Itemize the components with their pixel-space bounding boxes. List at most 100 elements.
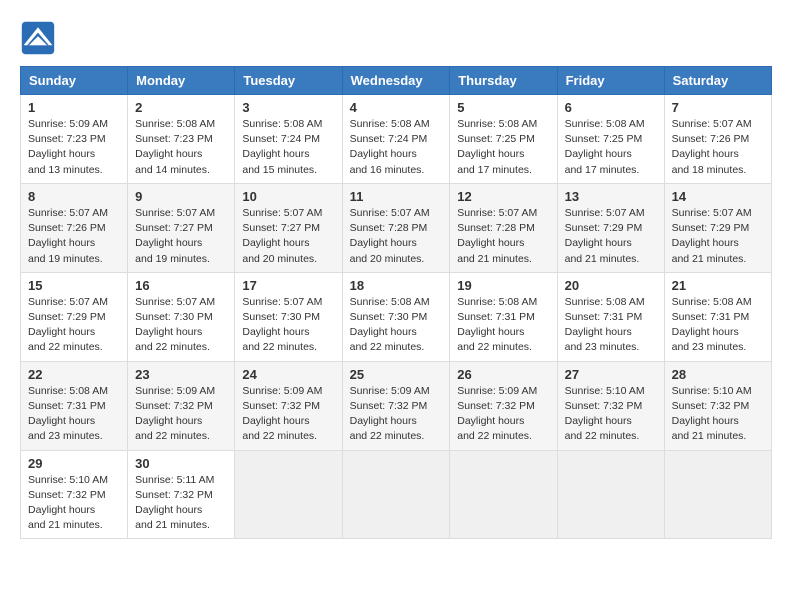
day-number: 1 — [28, 100, 120, 115]
day-info: Sunrise: 5:10 AM Sunset: 7:32 PM Dayligh… — [565, 384, 657, 445]
day-number: 16 — [135, 278, 227, 293]
day-info: Sunrise: 5:07 AM Sunset: 7:26 PM Dayligh… — [672, 117, 764, 178]
calendar-cell: 18 Sunrise: 5:08 AM Sunset: 7:30 PM Dayl… — [342, 272, 450, 361]
calendar-cell: 21 Sunrise: 5:08 AM Sunset: 7:31 PM Dayl… — [664, 272, 771, 361]
calendar-cell: 25 Sunrise: 5:09 AM Sunset: 7:32 PM Dayl… — [342, 361, 450, 450]
day-number: 8 — [28, 189, 120, 204]
calendar-day-header: Friday — [557, 67, 664, 95]
calendar-cell: 6 Sunrise: 5:08 AM Sunset: 7:25 PM Dayli… — [557, 95, 664, 184]
calendar-cell: 23 Sunrise: 5:09 AM Sunset: 7:32 PM Dayl… — [128, 361, 235, 450]
day-info: Sunrise: 5:09 AM Sunset: 7:32 PM Dayligh… — [242, 384, 334, 445]
day-info: Sunrise: 5:09 AM Sunset: 7:23 PM Dayligh… — [28, 117, 120, 178]
day-info: Sunrise: 5:09 AM Sunset: 7:32 PM Dayligh… — [350, 384, 443, 445]
day-number: 3 — [242, 100, 334, 115]
day-number: 24 — [242, 367, 334, 382]
day-info: Sunrise: 5:07 AM Sunset: 7:26 PM Dayligh… — [28, 206, 120, 267]
calendar-cell — [557, 450, 664, 539]
day-number: 12 — [457, 189, 549, 204]
calendar-header-row: SundayMondayTuesdayWednesdayThursdayFrid… — [21, 67, 772, 95]
day-number: 7 — [672, 100, 764, 115]
calendar-cell: 22 Sunrise: 5:08 AM Sunset: 7:31 PM Dayl… — [21, 361, 128, 450]
day-number: 11 — [350, 189, 443, 204]
day-number: 30 — [135, 456, 227, 471]
day-number: 9 — [135, 189, 227, 204]
day-info: Sunrise: 5:07 AM Sunset: 7:27 PM Dayligh… — [242, 206, 334, 267]
calendar-cell — [664, 450, 771, 539]
day-number: 17 — [242, 278, 334, 293]
calendar-cell: 13 Sunrise: 5:07 AM Sunset: 7:29 PM Dayl… — [557, 183, 664, 272]
day-info: Sunrise: 5:07 AM Sunset: 7:27 PM Dayligh… — [135, 206, 227, 267]
day-number: 21 — [672, 278, 764, 293]
calendar-week-row: 1 Sunrise: 5:09 AM Sunset: 7:23 PM Dayli… — [21, 95, 772, 184]
calendar-cell: 5 Sunrise: 5:08 AM Sunset: 7:25 PM Dayli… — [450, 95, 557, 184]
calendar-cell: 16 Sunrise: 5:07 AM Sunset: 7:30 PM Dayl… — [128, 272, 235, 361]
logo — [20, 20, 60, 56]
day-number: 5 — [457, 100, 549, 115]
day-number: 14 — [672, 189, 764, 204]
calendar-cell: 27 Sunrise: 5:10 AM Sunset: 7:32 PM Dayl… — [557, 361, 664, 450]
calendar-cell: 28 Sunrise: 5:10 AM Sunset: 7:32 PM Dayl… — [664, 361, 771, 450]
logo-icon — [20, 20, 56, 56]
day-info: Sunrise: 5:07 AM Sunset: 7:29 PM Dayligh… — [28, 295, 120, 356]
day-info: Sunrise: 5:07 AM Sunset: 7:30 PM Dayligh… — [135, 295, 227, 356]
day-info: Sunrise: 5:10 AM Sunset: 7:32 PM Dayligh… — [672, 384, 764, 445]
calendar-cell — [450, 450, 557, 539]
calendar-cell: 8 Sunrise: 5:07 AM Sunset: 7:26 PM Dayli… — [21, 183, 128, 272]
calendar-cell: 7 Sunrise: 5:07 AM Sunset: 7:26 PM Dayli… — [664, 95, 771, 184]
calendar-day-header: Saturday — [664, 67, 771, 95]
day-info: Sunrise: 5:07 AM Sunset: 7:29 PM Dayligh… — [672, 206, 764, 267]
calendar-cell: 19 Sunrise: 5:08 AM Sunset: 7:31 PM Dayl… — [450, 272, 557, 361]
day-info: Sunrise: 5:08 AM Sunset: 7:31 PM Dayligh… — [457, 295, 549, 356]
day-number: 15 — [28, 278, 120, 293]
day-info: Sunrise: 5:08 AM Sunset: 7:31 PM Dayligh… — [672, 295, 764, 356]
calendar-cell: 3 Sunrise: 5:08 AM Sunset: 7:24 PM Dayli… — [235, 95, 342, 184]
calendar-cell: 1 Sunrise: 5:09 AM Sunset: 7:23 PM Dayli… — [21, 95, 128, 184]
day-number: 6 — [565, 100, 657, 115]
day-number: 26 — [457, 367, 549, 382]
calendar-week-row: 15 Sunrise: 5:07 AM Sunset: 7:29 PM Dayl… — [21, 272, 772, 361]
day-number: 18 — [350, 278, 443, 293]
day-info: Sunrise: 5:08 AM Sunset: 7:25 PM Dayligh… — [457, 117, 549, 178]
calendar-cell: 29 Sunrise: 5:10 AM Sunset: 7:32 PM Dayl… — [21, 450, 128, 539]
calendar-day-header: Thursday — [450, 67, 557, 95]
day-info: Sunrise: 5:08 AM Sunset: 7:31 PM Dayligh… — [28, 384, 120, 445]
day-number: 22 — [28, 367, 120, 382]
calendar-day-header: Wednesday — [342, 67, 450, 95]
calendar-cell: 14 Sunrise: 5:07 AM Sunset: 7:29 PM Dayl… — [664, 183, 771, 272]
day-number: 4 — [350, 100, 443, 115]
day-number: 27 — [565, 367, 657, 382]
calendar-cell: 30 Sunrise: 5:11 AM Sunset: 7:32 PM Dayl… — [128, 450, 235, 539]
calendar-cell — [342, 450, 450, 539]
calendar-week-row: 29 Sunrise: 5:10 AM Sunset: 7:32 PM Dayl… — [21, 450, 772, 539]
calendar-table: SundayMondayTuesdayWednesdayThursdayFrid… — [20, 66, 772, 539]
day-number: 25 — [350, 367, 443, 382]
calendar-cell: 12 Sunrise: 5:07 AM Sunset: 7:28 PM Dayl… — [450, 183, 557, 272]
page-header — [20, 20, 772, 56]
calendar-cell: 15 Sunrise: 5:07 AM Sunset: 7:29 PM Dayl… — [21, 272, 128, 361]
day-number: 13 — [565, 189, 657, 204]
calendar-cell: 11 Sunrise: 5:07 AM Sunset: 7:28 PM Dayl… — [342, 183, 450, 272]
calendar-day-header: Sunday — [21, 67, 128, 95]
calendar-cell: 10 Sunrise: 5:07 AM Sunset: 7:27 PM Dayl… — [235, 183, 342, 272]
calendar-cell — [235, 450, 342, 539]
day-info: Sunrise: 5:08 AM Sunset: 7:23 PM Dayligh… — [135, 117, 227, 178]
day-number: 10 — [242, 189, 334, 204]
calendar-cell: 9 Sunrise: 5:07 AM Sunset: 7:27 PM Dayli… — [128, 183, 235, 272]
day-number: 2 — [135, 100, 227, 115]
calendar-cell: 2 Sunrise: 5:08 AM Sunset: 7:23 PM Dayli… — [128, 95, 235, 184]
day-info: Sunrise: 5:08 AM Sunset: 7:24 PM Dayligh… — [242, 117, 334, 178]
calendar-cell: 26 Sunrise: 5:09 AM Sunset: 7:32 PM Dayl… — [450, 361, 557, 450]
calendar-cell: 4 Sunrise: 5:08 AM Sunset: 7:24 PM Dayli… — [342, 95, 450, 184]
calendar-week-row: 8 Sunrise: 5:07 AM Sunset: 7:26 PM Dayli… — [21, 183, 772, 272]
calendar-cell: 24 Sunrise: 5:09 AM Sunset: 7:32 PM Dayl… — [235, 361, 342, 450]
day-info: Sunrise: 5:07 AM Sunset: 7:29 PM Dayligh… — [565, 206, 657, 267]
calendar-day-header: Monday — [128, 67, 235, 95]
day-number: 19 — [457, 278, 549, 293]
day-info: Sunrise: 5:10 AM Sunset: 7:32 PM Dayligh… — [28, 473, 120, 534]
calendar-day-header: Tuesday — [235, 67, 342, 95]
day-info: Sunrise: 5:08 AM Sunset: 7:31 PM Dayligh… — [565, 295, 657, 356]
day-number: 23 — [135, 367, 227, 382]
day-number: 29 — [28, 456, 120, 471]
calendar-cell: 17 Sunrise: 5:07 AM Sunset: 7:30 PM Dayl… — [235, 272, 342, 361]
day-info: Sunrise: 5:07 AM Sunset: 7:28 PM Dayligh… — [457, 206, 549, 267]
